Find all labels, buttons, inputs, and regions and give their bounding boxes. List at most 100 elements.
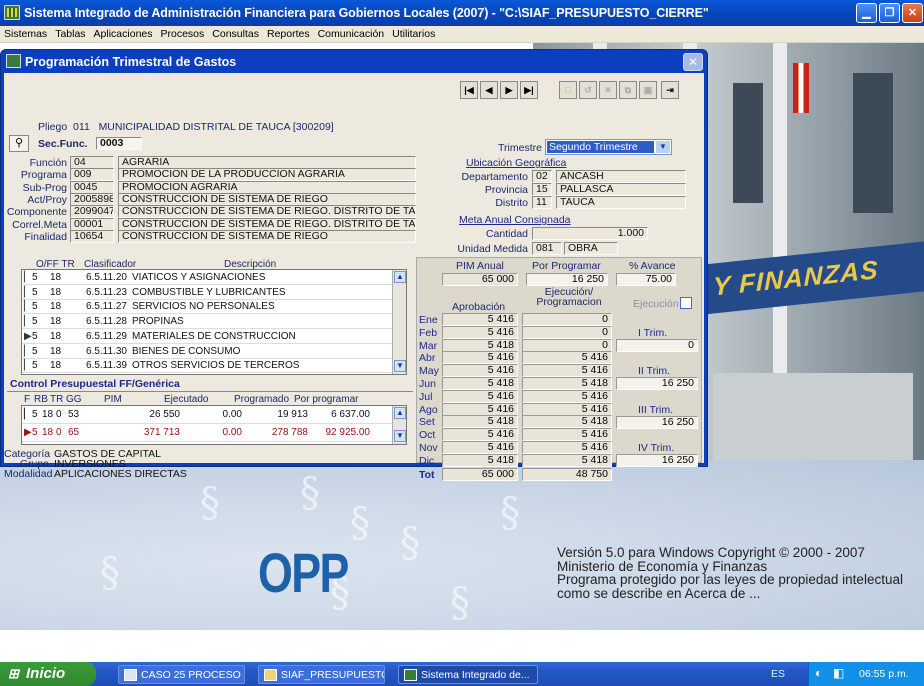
control-col-header: Por programar [294, 394, 359, 405]
scroll-down-icon[interactable]: ▼ [394, 430, 406, 442]
menu-aplicaciones[interactable]: Aplicaciones [90, 26, 157, 40]
menu-comunicacion[interactable]: Comunicación [314, 26, 389, 40]
row-indicator: ▏ [24, 272, 32, 283]
delete-icon[interactable]: ✕ [599, 81, 617, 99]
taskbar-item-word[interactable]: CASO 25 PROCESO ... [118, 665, 245, 684]
col-pp: 92 925.00 [325, 427, 371, 438]
field-description: AGRARIA [118, 156, 416, 169]
table-row[interactable]: ▶ 5 18 6.5.11.29 MATERIALES DE CONSTRUCCION [22, 330, 392, 344]
col-tr: 0 [56, 409, 62, 420]
col-gg: 53 [68, 409, 80, 420]
ubicacion-code: 02 [532, 170, 552, 183]
field-description: CONSTRUCCION DE SISTEMA DE RIEGO. DISTRI… [118, 217, 416, 231]
scroll-up-icon[interactable]: ▲ [394, 407, 406, 419]
menu-utilitarios[interactable]: Utilitarios [388, 26, 439, 40]
col-off: 5 [32, 301, 38, 313]
menu-tablas[interactable]: Tablas [51, 26, 89, 40]
undo-icon[interactable]: ↺ [579, 81, 597, 99]
copy-icon[interactable]: ⧉ [619, 81, 637, 99]
col-pp: 6 637.00 [331, 409, 370, 420]
menu-bar: Sistemas Tablas Aplicaciones Procesos Consul… [0, 26, 924, 43]
quarter-value: 16 250 [616, 415, 698, 429]
new-icon[interactable]: □ [559, 81, 577, 99]
app-icon [4, 5, 20, 20]
taskbar-item-folder[interactable]: SIAF_PRESUPUESTO... [258, 665, 385, 684]
menu-reportes[interactable]: Reportes [263, 26, 314, 40]
secfunc-label: Sec.Func. [38, 138, 88, 150]
col-clasificador: 6.5.11.39 [86, 360, 127, 372]
ubicacion-code: 11 [532, 196, 552, 209]
chevron-down-icon[interactable]: ▼ [656, 141, 670, 153]
last-record-icon[interactable]: ▶| [520, 81, 538, 99]
ejecucion-checkbox[interactable] [680, 297, 692, 309]
binoculars-icon[interactable]: ⚲ [9, 135, 29, 152]
first-record-icon[interactable]: |◀ [460, 81, 478, 99]
quarter-value: 16 250 [616, 377, 698, 391]
scroll-down-icon[interactable]: ▼ [394, 360, 406, 372]
minimize-button[interactable]: ▁ [856, 3, 877, 23]
volume-icon[interactable]: ◧ [833, 666, 844, 680]
col-prog: 278 788 [271, 427, 308, 438]
control-scrollbar[interactable]: ▲ ▼ [392, 406, 406, 444]
next-record-icon[interactable]: ▶ [500, 81, 518, 99]
prev-record-icon[interactable]: ◀ [480, 81, 498, 99]
control-col-header: RB [34, 394, 48, 405]
app-titlebar: Sistema Integrado de Administración Fina… [0, 0, 924, 26]
save-icon[interactable]: ▣ [639, 81, 657, 99]
start-button[interactable]: ⊞ Inicio [0, 662, 96, 686]
clasificador-scrollbar[interactable]: ▲ ▼ [392, 270, 406, 374]
table-row[interactable]: ▶ 5 18 0 65 371 713 0.00 278 788 92 925.00 [22, 425, 392, 442]
menu-sistemas[interactable]: Sistemas [0, 26, 51, 40]
table-row[interactable]: ▏ 5 18 0 53 26 550 0.00 19 913 6 637.00 [22, 407, 392, 424]
col-off: 5 [32, 272, 38, 283]
ejecucion-label: Ejecución/ Programacion [536, 286, 602, 308]
col-f: 5 [32, 427, 38, 438]
avance-value: 75.00 [616, 273, 676, 286]
row-indicator: ▶ [24, 427, 32, 438]
table-row[interactable]: ▏ 5 18 6.5.11.20 VIATICOS Y ASIGNACIONES [22, 271, 392, 285]
taskbar-item-siaf[interactable]: Sistema Integrado de... [398, 665, 538, 684]
col-ej: 0.00 [222, 427, 242, 438]
table-row[interactable]: ▏ 5 18 6.5.11.23 COMBUSTIBLE Y LUBRICANTES [22, 286, 392, 300]
month-aprobacion: 5 416 [442, 351, 518, 365]
pim-label: PIM Anual [456, 260, 504, 272]
clasificador-grid[interactable]: ▏ 5 18 6.5.11.20 VIATICOS Y ASIGNACIONES ▏ 5 18… [21, 269, 407, 375]
close-button[interactable]: ✕ [902, 3, 923, 23]
maximize-button[interactable]: ❐ [879, 3, 900, 23]
table-row[interactable]: ▏ 5 18 6.5.11.30 BIENES DE CONSUMO [22, 345, 392, 359]
col-descripcion: BIENES DE CONSUMO [132, 345, 241, 357]
table-row[interactable]: ▏ 5 18 6.5.11.39 OTROS SERVICIOS DE TERCEROS [22, 359, 392, 374]
col-ej: 0.00 [222, 409, 242, 420]
col-rb: 18 [42, 409, 54, 420]
table-row[interactable]: ▏ 5 18 6.5.11.28 PROPINAS [22, 315, 392, 330]
menu-consultas[interactable]: Consultas [208, 26, 263, 40]
ubicacion-name: TAUCA [556, 196, 686, 209]
field-label: Act/Proy [27, 193, 67, 206]
secfunc-field[interactable]: 0003 [96, 137, 142, 150]
field-description: CONSTRUCCION DE SISTEMA DE RIEGO. DISTRI… [118, 205, 416, 219]
ejecucion-check-label: Ejecución [633, 298, 679, 310]
control-grid[interactable]: ▏ 5 18 0 53 26 550 0.00 19 913 6 637.00 ▶ 5 18 0 65 37… [21, 405, 407, 445]
exit-icon[interactable]: ⇥ [661, 81, 679, 99]
language-indicator[interactable]: ES [771, 668, 785, 680]
dialog-close-button[interactable]: ✕ [683, 53, 703, 71]
col-off: 5 [32, 345, 38, 357]
trimestre-label: Trimestre [498, 142, 542, 154]
scroll-up-icon[interactable]: ▲ [394, 271, 406, 283]
quarter-value: 0 [616, 339, 698, 352]
app-icon [404, 669, 417, 681]
month-ejecucion: 5 418 [522, 415, 612, 429]
quarter-label: II Trim. [638, 365, 671, 378]
control-col-header: F [24, 394, 31, 405]
programacion-dialog: Programación Trimestral de Gastos ✕ |◀ ◀… [0, 49, 708, 481]
field-description: PROMOCION DE LA PRODUCCION AGRARIA [118, 168, 416, 182]
quarter-value: 16 250 [616, 454, 698, 468]
network-icon[interactable]: ◐ [815, 666, 822, 680]
trimestre-select[interactable]: Segundo Trimestre ▼ [545, 139, 672, 155]
menu-procesos[interactable]: Procesos [157, 26, 209, 40]
col-clasificador: 6.5.11.30 [86, 345, 127, 357]
field-label: Función [29, 157, 67, 169]
table-row[interactable]: ▏ 5 18 6.5.11.27 SERVICIOS NO PERSONALES [22, 300, 392, 315]
ubicacion-label: Provincia [484, 184, 528, 196]
cantidad-label: Cantidad [485, 228, 528, 240]
